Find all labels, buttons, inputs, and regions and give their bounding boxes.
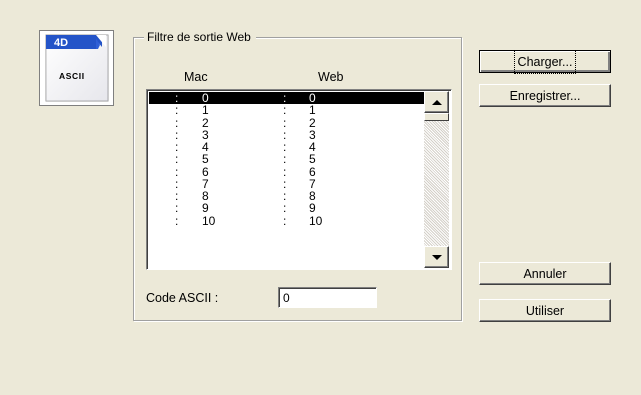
ascii-4d-icon: 4D ASCII xyxy=(39,30,114,106)
scroll-up-button[interactable] xyxy=(424,91,449,113)
mac-value: 2 xyxy=(202,115,209,130)
list-separator: : xyxy=(283,213,287,228)
list-item[interactable]: : 3: 3 xyxy=(149,129,430,141)
web-value: 8 xyxy=(309,189,316,203)
list-separator: : xyxy=(283,164,287,179)
arrow-up-icon xyxy=(432,100,442,105)
load-button[interactable]: Charger... xyxy=(479,49,611,74)
list-separator: : xyxy=(175,127,179,142)
list-separator: : xyxy=(283,140,287,154)
list-separator: : xyxy=(283,152,287,167)
web-value: 2 xyxy=(309,115,316,130)
mac-value: 9 xyxy=(202,201,209,216)
mac-value: 0 xyxy=(202,91,209,105)
list-separator: : xyxy=(175,91,179,105)
list-separator: : xyxy=(175,164,179,179)
list-item[interactable]: : 9: 9 xyxy=(149,202,430,214)
web-value: 4 xyxy=(309,140,316,154)
mac-value: 4 xyxy=(202,140,209,154)
web-value: 0 xyxy=(309,91,316,105)
list-separator: : xyxy=(175,140,179,154)
list-item[interactable]: : 8: 8 xyxy=(149,190,430,202)
web-value: 10 xyxy=(309,213,323,228)
list-item[interactable]: : 4: 4 xyxy=(149,141,430,153)
list-separator: : xyxy=(283,127,287,142)
list-item[interactable]: : 2: 2 xyxy=(149,117,430,129)
load-button-label: Charger... xyxy=(513,49,577,74)
web-value: 1 xyxy=(309,103,316,118)
list-item[interactable]: : 6: 6 xyxy=(149,166,430,178)
list-separator: : xyxy=(175,176,179,191)
list-item[interactable]: : 10: 10 xyxy=(149,215,430,227)
web-value: 6 xyxy=(309,164,316,179)
icon-badge-text: 4D xyxy=(54,37,68,49)
icon-label-text: ASCII xyxy=(59,71,85,81)
save-button[interactable]: Enregistrer... xyxy=(479,84,611,107)
arrow-down-icon xyxy=(432,255,442,260)
mac-value: 1 xyxy=(202,103,209,118)
mac-value: 10 xyxy=(202,213,216,228)
list-item[interactable]: : 5: 5 xyxy=(149,153,430,165)
mac-value: 6 xyxy=(202,164,209,179)
list-separator: : xyxy=(175,189,179,203)
character-map-list[interactable]: : 0: 0: 1: 1: 2: 2: 3: 3: 4: 4: 5: 5: 6: 6: 7: 7: 8: 8: 9: 9… xyxy=(146,89,452,270)
web-value: 5 xyxy=(309,152,316,167)
mac-value: 3 xyxy=(202,127,209,142)
ascii-code-input[interactable] xyxy=(278,287,377,308)
list-separator: : xyxy=(283,115,287,130)
list-separator: : xyxy=(283,189,287,203)
web-value: 7 xyxy=(309,176,316,191)
web-value: 3 xyxy=(309,127,316,142)
mac-value: 7 xyxy=(202,176,209,191)
group-title: Filtre de sortie Web xyxy=(144,29,256,45)
list-separator: : xyxy=(175,201,179,216)
apply-button[interactable]: Utiliser xyxy=(479,299,611,322)
scroll-thumb[interactable] xyxy=(424,113,449,121)
list-separator: : xyxy=(175,115,179,130)
list-separator: : xyxy=(175,103,179,118)
list-item[interactable]: : 0: 0 xyxy=(149,92,430,104)
ascii-code-label: Code ASCII : xyxy=(146,291,219,305)
column-header-mac: Mac xyxy=(184,70,208,84)
list-item[interactable]: : 7: 7 xyxy=(149,178,430,190)
list-separator: : xyxy=(175,213,179,228)
list-separator: : xyxy=(175,152,179,167)
list-separator: : xyxy=(283,176,287,191)
cancel-button[interactable]: Annuler xyxy=(479,262,611,285)
list-separator: : xyxy=(283,91,287,105)
list-separator: : xyxy=(283,201,287,216)
column-header-web: Web xyxy=(318,70,344,84)
mac-value: 8 xyxy=(202,189,209,203)
scroll-down-button[interactable] xyxy=(424,246,449,268)
list-item[interactable]: : 1: 1 xyxy=(149,104,430,116)
web-value: 9 xyxy=(309,201,316,216)
list-vertical-scrollbar[interactable] xyxy=(424,91,449,268)
list-separator: : xyxy=(283,103,287,118)
mac-value: 5 xyxy=(202,152,209,167)
